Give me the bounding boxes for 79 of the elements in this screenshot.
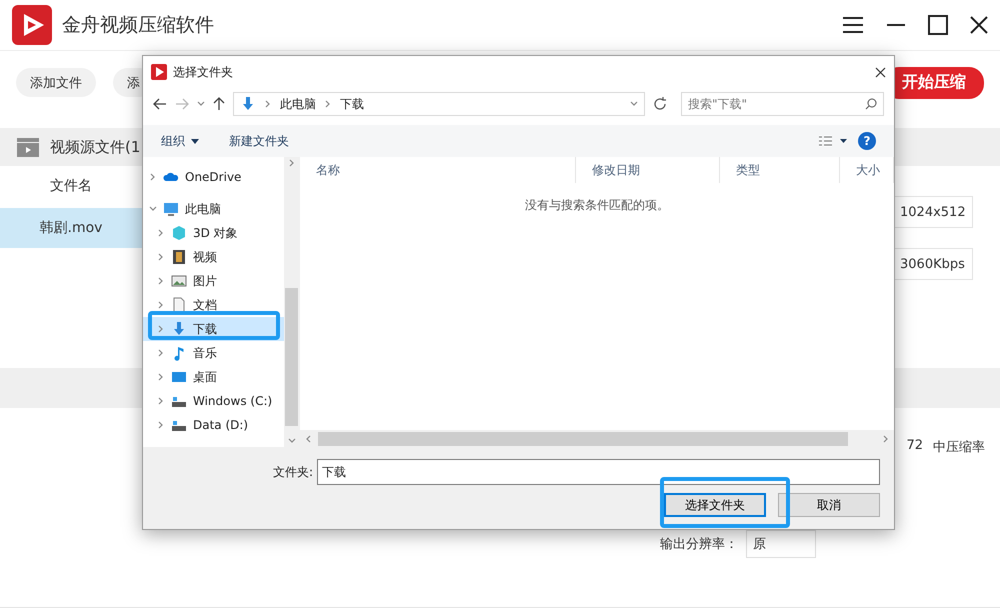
chevron-right-icon[interactable] [157,397,165,405]
app-logo-icon [151,64,167,80]
chevron-right-icon[interactable] [882,434,890,442]
new-folder-button[interactable]: 新建文件夹 [229,132,289,150]
folder-tree-item[interactable]: OneDrive [143,165,284,189]
horizontal-scrollbar[interactable] [300,430,894,447]
organize-menu[interactable]: 组织 [161,132,199,150]
breadcrumb-item[interactable]: 下载 [340,96,364,112]
chevron-right-icon[interactable] [157,325,165,333]
folder-tree-item[interactable]: Data (D:) [143,413,284,437]
folder-tree-item[interactable]: 3D 对象 [143,221,284,245]
search-icon [865,98,877,110]
app-title: 金舟视频压缩软件 [62,13,214,38]
folder-label: 文件夹: [273,464,314,480]
chevron-right-icon[interactable] [264,100,272,108]
search-field[interactable]: 搜索"下载" [681,92,884,116]
scrollbar[interactable] [284,157,299,447]
file-row[interactable]: 韩剧.mov [0,208,142,248]
chevron-right-icon[interactable] [157,301,165,309]
view-options-icon[interactable] [818,135,848,147]
menu-icon[interactable] [842,16,864,34]
chevron-down-icon[interactable] [149,205,157,213]
folder-input[interactable]: 下载 [317,459,880,485]
monitor-icon [163,201,179,217]
folder-tree-item[interactable]: 音乐 [143,341,284,365]
chevron-right-icon[interactable] [157,373,165,381]
desktop-icon [171,369,187,385]
column-header[interactable]: 名称 [300,157,576,183]
resolution-label: 输出分辨率： [660,536,738,553]
image-icon [171,273,187,289]
select-folder-button[interactable]: 选择文件夹 [664,493,766,517]
address-bar[interactable]: 此电脑 下载 [233,92,645,116]
chevron-right-icon[interactable] [157,349,165,357]
compression-label: 中压缩率 [933,439,985,456]
cancel-button[interactable]: 取消 [778,493,880,517]
section-title: 视频源文件(1 [50,138,140,156]
caret-icon [191,138,199,144]
chevron-right-icon[interactable] [288,159,296,167]
folder-tree-item[interactable]: 桌面 [143,365,284,389]
app-logo-icon [12,5,52,45]
folder-tree-item[interactable]: 文档 [143,293,284,317]
folder-tree-item[interactable]: 图片 [143,269,284,293]
folder-tree-item[interactable]: 视频 [143,245,284,269]
close-icon[interactable] [875,66,886,78]
maximize-icon[interactable] [928,15,948,35]
chevron-down-icon[interactable] [630,100,638,108]
cube-icon [171,225,187,241]
close-icon[interactable] [970,16,988,34]
document-icon [171,297,187,313]
download-arrow-icon [240,96,256,112]
chevron-down-icon[interactable] [197,100,205,108]
download-arrow-icon [171,321,187,337]
breadcrumb-item[interactable]: 此电脑 [280,96,316,112]
resolution-dropdown[interactable]: 原 [746,530,816,558]
folder-tree-item[interactable]: Windows (C:) [143,389,284,413]
film-icon [171,249,187,265]
column-header: 文件名 [49,177,93,196]
refresh-icon[interactable] [653,97,667,111]
column-header[interactable]: 大小 [840,157,894,183]
chevron-right-icon[interactable] [324,100,332,108]
column-header[interactable]: 类型 [720,157,840,183]
forward-arrow-icon[interactable] [175,98,189,110]
help-button[interactable]: ? [858,132,876,150]
add-file-button[interactable]: 添加文件 [16,68,96,97]
empty-message: 没有与搜索条件匹配的项。 [525,198,669,212]
chevron-right-icon[interactable] [157,229,165,237]
folder-tree-item[interactable]: 此电脑 [143,197,284,221]
chevron-down-icon[interactable] [288,437,296,445]
column-header[interactable]: 修改日期 [576,157,720,183]
chevron-right-icon[interactable] [304,434,312,442]
chevron-right-icon[interactable] [157,277,165,285]
up-arrow-icon[interactable] [213,97,225,111]
dialog-title: 选择文件夹 [173,64,233,80]
clapperboard-icon [16,136,40,158]
back-arrow-icon[interactable] [153,98,167,110]
chevron-right-icon[interactable] [157,421,165,429]
chevron-right-icon[interactable] [157,253,165,261]
chevron-right-icon[interactable] [149,173,157,181]
compression-value: 72 [906,438,923,455]
